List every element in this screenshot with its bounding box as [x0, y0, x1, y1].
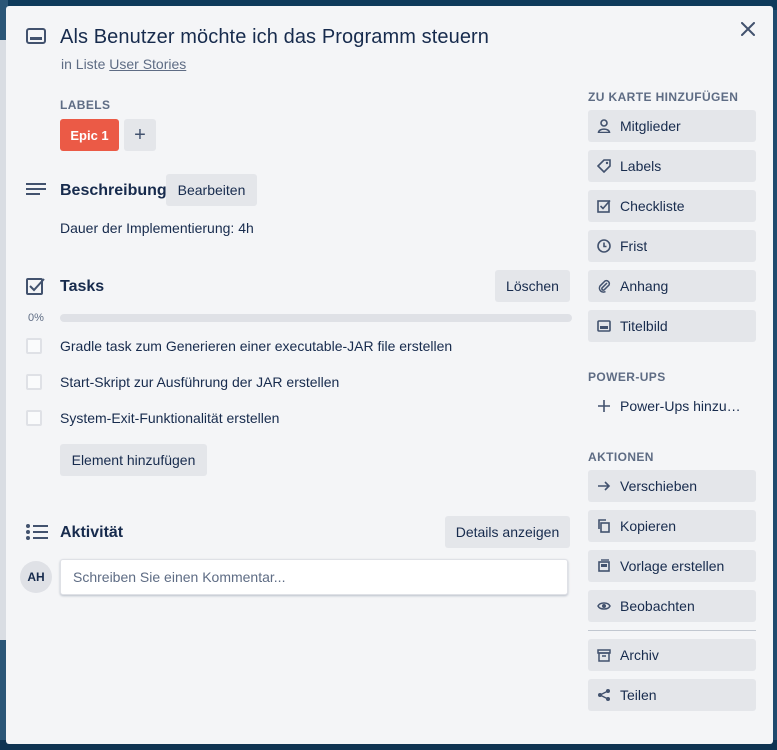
- close-icon[interactable]: [737, 18, 759, 40]
- tag-icon: [596, 158, 612, 174]
- activity-heading: Aktivität: [60, 524, 124, 541]
- clock-icon: [596, 238, 612, 254]
- description-heading: Beschreibung: [60, 182, 167, 199]
- sidebar-divider: [588, 630, 756, 631]
- move-label: Verschieben: [620, 478, 698, 494]
- checkbox-icon: [596, 198, 612, 214]
- checklist-item[interactable]: System-Exit-Funktionalität erstellen: [26, 407, 279, 429]
- description-icon: [26, 182, 46, 203]
- checklist-checkbox[interactable]: [26, 410, 42, 426]
- checklist-item-text[interactable]: Start-Skript zur Ausführung der JAR erst…: [60, 374, 339, 390]
- person-icon: [596, 118, 612, 134]
- checklist-progress-percent: 0%: [28, 312, 44, 324]
- arrow-right-icon: [596, 478, 612, 494]
- list-prefix: in Liste: [61, 56, 106, 72]
- card-icon: [26, 28, 46, 51]
- checklist-item-text[interactable]: Gradle task zum Generieren einer executa…: [60, 338, 452, 354]
- avatar[interactable]: AH: [20, 561, 52, 593]
- checklist-item-text[interactable]: System-Exit-Funktionalität erstellen: [60, 410, 279, 426]
- checklist-heading[interactable]: Tasks: [60, 278, 104, 296]
- watch-button[interactable]: Beobachten: [588, 590, 756, 622]
- move-button[interactable]: Verschieben: [588, 470, 756, 502]
- labels-button[interactable]: Labels: [588, 150, 756, 182]
- archive-button[interactable]: Archiv: [588, 639, 756, 671]
- card-detail-modal: Als Benutzer möchte ich das Programm ste…: [6, 6, 773, 744]
- activity-icon: [26, 524, 48, 545]
- add-powerups-label: Power-Ups hinzufügen: [620, 398, 744, 414]
- due-date-label: Frist: [620, 238, 648, 254]
- cover-button[interactable]: Titelbild: [588, 310, 756, 342]
- checklist-item[interactable]: Gradle task zum Generieren einer executa…: [26, 335, 452, 357]
- add-powerups-button[interactable]: Power-Ups hinzufügen: [588, 390, 756, 422]
- due-date-button[interactable]: Frist: [588, 230, 756, 262]
- add-checklist-item-button[interactable]: Element hinzufügen: [60, 444, 207, 476]
- labels-label: Labels: [620, 158, 662, 174]
- copy-button[interactable]: Kopieren: [588, 510, 756, 542]
- checklist-checkbox[interactable]: [26, 338, 42, 354]
- eye-icon: [596, 598, 612, 614]
- cover-icon: [596, 318, 612, 334]
- attachment-label: Anhang: [620, 278, 669, 294]
- archive-icon: [596, 647, 612, 663]
- copy-icon: [596, 518, 612, 534]
- checklist-icon: [26, 277, 46, 300]
- archive-label: Archiv: [620, 647, 659, 663]
- share-label: Teilen: [620, 687, 657, 703]
- checklist-progress-bar: [60, 314, 572, 322]
- add-label-button[interactable]: +: [124, 119, 156, 151]
- make-template-label: Vorlage erstellen: [620, 558, 725, 574]
- share-icon: [596, 687, 612, 703]
- description-text[interactable]: Dauer der Implementierung: 4h: [60, 220, 254, 236]
- label-chip-epic[interactable]: Epic 1: [60, 119, 119, 151]
- paperclip-icon: [596, 278, 612, 294]
- share-button[interactable]: Teilen: [588, 679, 756, 711]
- attachment-button[interactable]: Anhang: [588, 270, 756, 302]
- card-title[interactable]: Als Benutzer möchte ich das Programm ste…: [60, 26, 489, 49]
- checklist-label: Checkliste: [620, 198, 685, 214]
- card-list-info: in Liste User Stories: [61, 56, 186, 72]
- members-label: Mitglieder: [620, 118, 681, 134]
- checklist-button[interactable]: Checkliste: [588, 190, 756, 222]
- plus-icon: [596, 398, 612, 414]
- watch-label: Beobachten: [620, 598, 695, 614]
- checklist-checkbox[interactable]: [26, 374, 42, 390]
- list-link[interactable]: User Stories: [109, 56, 186, 72]
- comment-input[interactable]: [60, 559, 568, 595]
- checklist-item[interactable]: Start-Skript zur Ausführung der JAR erst…: [26, 371, 339, 393]
- actions-heading: AKTIONEN: [588, 450, 654, 464]
- edit-description-button[interactable]: Bearbeiten: [166, 174, 257, 206]
- make-template-button[interactable]: Vorlage erstellen: [588, 550, 756, 582]
- cover-label: Titelbild: [620, 318, 668, 334]
- labels-heading: LABELS: [60, 98, 111, 112]
- members-button[interactable]: Mitglieder: [588, 110, 756, 142]
- plus-icon: +: [134, 123, 146, 146]
- add-to-card-heading: ZU KARTE HINZUFÜGEN: [588, 90, 739, 104]
- copy-label: Kopieren: [620, 518, 677, 534]
- powerups-heading: POWER-UPS: [588, 370, 666, 384]
- delete-checklist-button[interactable]: Löschen: [495, 270, 570, 302]
- template-icon: [596, 558, 612, 574]
- show-details-button[interactable]: Details anzeigen: [445, 516, 570, 548]
